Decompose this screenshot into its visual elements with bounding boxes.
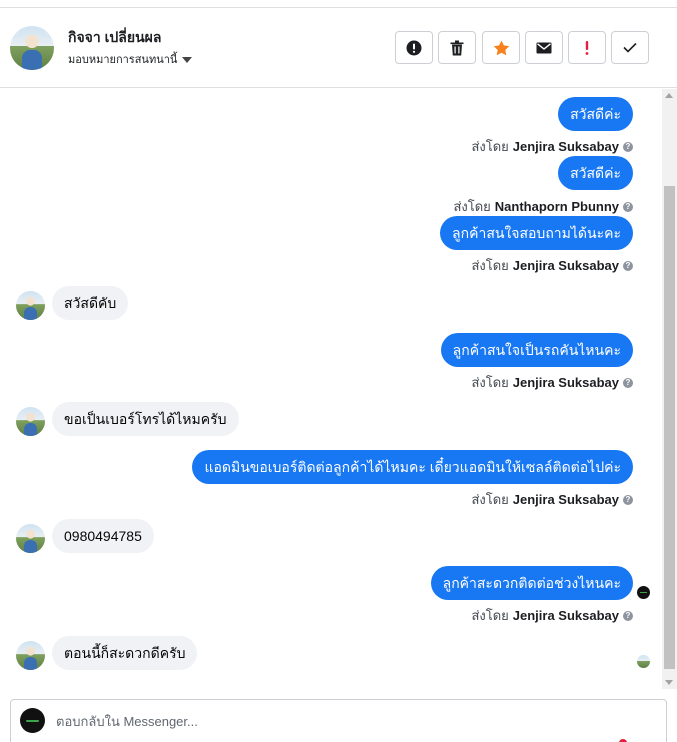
exclamation-circle-icon (406, 40, 422, 55)
help-icon[interactable]: ? (623, 494, 633, 505)
sent-by-prefix: ส่งโดย (471, 608, 509, 623)
seen-by-contact-avatar (637, 655, 650, 668)
incoming-message[interactable]: ตอนนี้ก็สะดวกดีครับ (52, 636, 198, 670)
sent-by-label: ส่งโดย Jenjira Suksabay ? (471, 136, 633, 157)
sent-by-prefix: ส่งโดย (471, 375, 509, 390)
trash-icon (450, 40, 464, 55)
mark-unread-button[interactable] (525, 31, 563, 64)
caret-down-icon (182, 56, 193, 63)
sent-by-prefix: ส่งโดย (471, 492, 509, 507)
incoming-message[interactable]: สวัสดีคับ (52, 286, 129, 320)
sent-by-label: ส่งโดย Jenjira Suksabay ? (471, 489, 633, 510)
contact-avatar[interactable] (10, 26, 54, 70)
scroll-up-arrow-icon[interactable] (665, 93, 673, 98)
help-icon[interactable]: ? (623, 201, 633, 212)
star-button[interactable] (482, 31, 520, 64)
seen-by-page-avatar (637, 586, 650, 599)
outgoing-message[interactable]: สวัสดีค่ะ (558, 156, 633, 190)
sent-by-label: ส่งโดย Nanthaporn Pbunny ? (453, 196, 633, 217)
sent-by-prefix: ส่งโดย (471, 258, 509, 273)
sender-name: Jenjira Suksabay (512, 608, 619, 623)
delete-button[interactable] (438, 31, 476, 64)
contact-avatar-small (16, 291, 45, 320)
contact-avatar-small (16, 407, 45, 436)
scroll-thumb[interactable] (664, 186, 675, 669)
help-icon[interactable]: ? (623, 610, 633, 621)
sender-name: Nanthaporn Pbunny (494, 199, 619, 214)
thread-scrollbar[interactable] (662, 89, 677, 689)
exclamation-icon (585, 40, 589, 55)
outgoing-message[interactable]: ลูกค้าสนใจสอบถามได้นะคะ (440, 216, 633, 250)
contact-avatar-small (16, 524, 45, 553)
conversation-header: กิจจา เปลี่ยนผล มอบหมายการสนทนานี้ (0, 8, 677, 88)
mark-done-button[interactable] (611, 31, 649, 64)
incoming-message[interactable]: 0980494785 (52, 519, 154, 553)
outgoing-message[interactable]: สวัสดีค่ะ (558, 97, 633, 131)
sent-by-prefix: ส่งโดย (471, 139, 509, 154)
reply-composer (10, 699, 667, 742)
sender-name: Jenjira Suksabay (512, 258, 619, 273)
sender-name: Jenjira Suksabay (512, 375, 619, 390)
sent-by-label: ส่งโดย Jenjira Suksabay ? (471, 372, 633, 393)
outgoing-message[interactable]: แอดมินขอเบอร์ติดต่อลูกค้าได้ไหมคะ เดี๋ยว… (192, 450, 633, 484)
check-icon (623, 42, 637, 53)
sent-by-label: ส่งโดย Jenjira Suksabay ? (471, 605, 633, 626)
sender-name: Jenjira Suksabay (512, 139, 619, 154)
assign-conversation-dropdown[interactable]: มอบหมายการสนทนานี้ (68, 50, 193, 68)
mark-spam-button[interactable] (395, 31, 433, 64)
scroll-down-arrow-icon[interactable] (665, 680, 673, 685)
help-icon[interactable]: ? (623, 260, 633, 271)
envelope-icon (536, 42, 552, 53)
outgoing-message[interactable]: ลูกค้าสนใจเป็นรถคันไหนคะ (440, 333, 633, 367)
contact-name[interactable]: กิจจา เปลี่ยนผล (68, 27, 161, 49)
sender-name: Jenjira Suksabay (512, 492, 619, 507)
help-icon[interactable]: ? (623, 377, 633, 388)
assign-conversation-label: มอบหมายการสนทนานี้ (68, 54, 178, 66)
page-avatar (20, 708, 45, 733)
contact-avatar-small (16, 641, 45, 670)
follow-up-button[interactable] (568, 31, 606, 64)
message-thread[interactable]: สวัสดีค่ะ ส่งโดย Jenjira Suksabay ? สวัส… (0, 89, 662, 689)
star-icon (493, 40, 509, 55)
sent-by-prefix: ส่งโดย (453, 199, 491, 214)
reply-input[interactable] (56, 710, 636, 732)
sent-by-label: ส่งโดย Jenjira Suksabay ? (471, 255, 633, 276)
incoming-message[interactable]: ขอเป็นเบอร์โทรได้ไหมครับ (52, 402, 239, 436)
help-icon[interactable]: ? (623, 141, 633, 152)
outgoing-message[interactable]: ลูกค้าสะดวกติดต่อช่วงไหนคะ (430, 566, 633, 600)
